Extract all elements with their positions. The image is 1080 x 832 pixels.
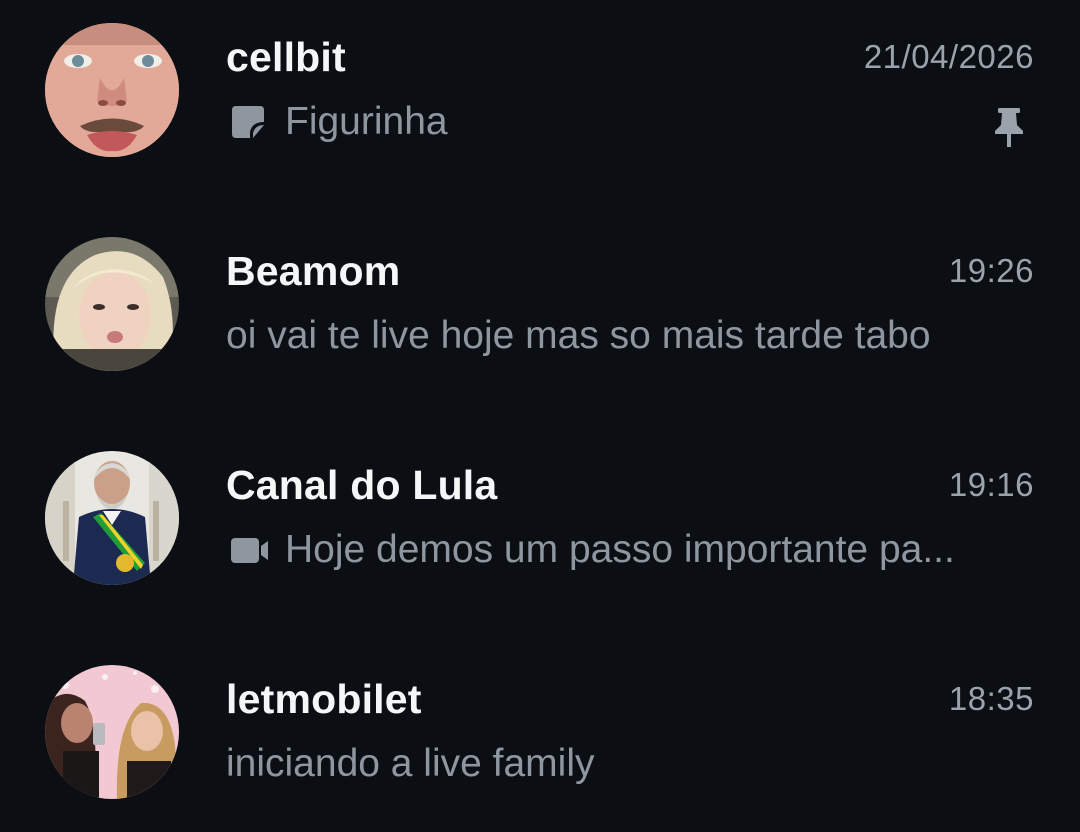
message-preview: oi vai te live hoje mas so mais tarde ta… (226, 314, 931, 358)
avatar[interactable] (45, 23, 179, 157)
avatar[interactable] (45, 665, 179, 799)
chat-row-canal-do-lula[interactable]: Canal do Lula 19:16 Hoje demos um passo … (0, 428, 1080, 642)
contact-name: Canal do Lula (226, 462, 498, 508)
contact-name: cellbit (226, 34, 346, 80)
message-time: 19:26 (948, 252, 1034, 289)
contact-name: letmobilet (226, 676, 422, 722)
chat-list: cellbit 21/04/2026 Figurinha Beamom 19:2… (0, 0, 1080, 832)
video-icon (226, 530, 276, 570)
sticker-icon (226, 102, 276, 142)
message-time: 19:16 (948, 466, 1034, 503)
chat-row-cellbit[interactable]: cellbit 21/04/2026 Figurinha (0, 0, 1080, 214)
avatar-image (45, 237, 179, 371)
message-preview: iniciando a live family (226, 742, 595, 786)
message-preview-text: oi vai te live hoje mas so mais tarde ta… (226, 314, 931, 357)
avatar[interactable] (45, 237, 179, 371)
contact-name: Beamom (226, 248, 401, 294)
message-time: 18:35 (948, 680, 1034, 717)
pin-icon (992, 106, 1026, 150)
avatar-image (45, 665, 179, 799)
message-preview: Hoje demos um passo importante pa... (226, 528, 955, 572)
message-time: 21/04/2026 (863, 38, 1034, 75)
avatar-image (45, 451, 179, 585)
message-preview-text: Figurinha (285, 100, 448, 143)
message-preview-text: iniciando a live family (226, 742, 595, 785)
avatar[interactable] (45, 451, 179, 585)
message-preview-text: Hoje demos um passo importante pa... (285, 528, 955, 571)
message-preview: Figurinha (226, 100, 448, 144)
avatar-image (45, 23, 179, 157)
chat-row-letmobilet[interactable]: letmobilet 18:35 iniciando a live family (0, 642, 1080, 832)
chat-row-beamom[interactable]: Beamom 19:26 oi vai te live hoje mas so … (0, 214, 1080, 428)
